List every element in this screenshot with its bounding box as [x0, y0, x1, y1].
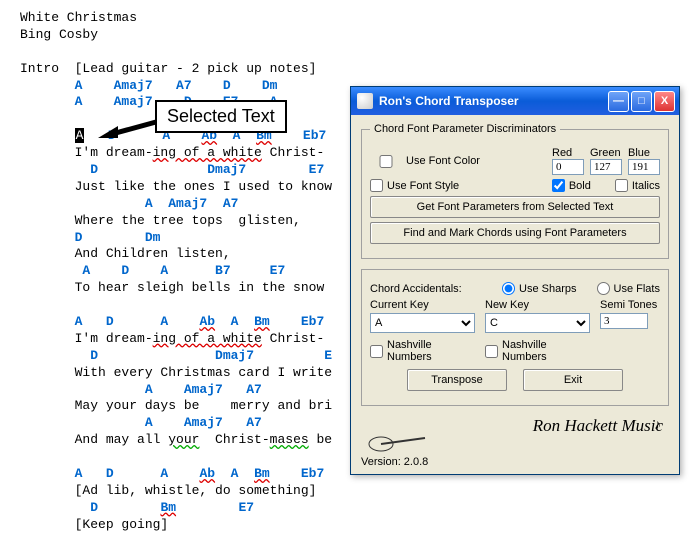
- blue-input[interactable]: [628, 159, 660, 175]
- lyric-line[interactable]: And may all your Christ-mases be: [75, 432, 332, 447]
- exit-button[interactable]: Exit: [523, 369, 623, 391]
- current-key-label: Current Key: [370, 299, 475, 311]
- window-title: Ron's Chord Transposer: [379, 94, 606, 108]
- intro-label: Intro: [20, 61, 59, 76]
- accidentals-label: Chord Accidentals:: [370, 283, 462, 295]
- lyric-line[interactable]: I'm dream-ing of a white Christ-: [75, 145, 325, 160]
- transpose-button[interactable]: Transpose: [407, 369, 507, 391]
- chord-row[interactable]: A D A Ab A Bm Eb7: [75, 466, 325, 481]
- minimize-button[interactable]: —: [608, 91, 629, 112]
- use-font-style-label: Use Font Style: [387, 180, 459, 192]
- lyric-line[interactable]: [Keep going]: [75, 517, 169, 532]
- chord-row[interactable]: A Amaj7 A7: [75, 382, 262, 397]
- nashville-current-checkbox[interactable]: [370, 345, 383, 358]
- lyric-line[interactable]: With every Christmas card I write: [75, 365, 332, 380]
- use-flats-radio[interactable]: [597, 282, 610, 295]
- brand-area: ♪ Ron Hackett Music: [361, 416, 669, 452]
- chord-row[interactable]: A Amaj7 A7 D Dm: [75, 78, 278, 93]
- current-key-select[interactable]: A: [370, 313, 475, 333]
- semitones-input[interactable]: [600, 313, 648, 329]
- lyric-line[interactable]: [Ad lib, whistle, do something]: [75, 483, 317, 498]
- guitar-icon: [367, 430, 427, 452]
- chord-row[interactable]: A D A B7 E7: [75, 263, 286, 278]
- nashville-current-label: Nashville Numbers: [387, 339, 475, 363]
- italics-label: Italics: [632, 180, 660, 192]
- use-font-style-checkbox[interactable]: [370, 179, 383, 192]
- intro-note: [Lead guitar - 2 pick up notes]: [75, 61, 317, 76]
- arrow-icon: [98, 108, 158, 138]
- use-flats-label: Use Flats: [614, 283, 660, 295]
- version-label: Version: 2.0.8: [361, 456, 428, 468]
- artist-name: Bing Cosby: [20, 27, 676, 44]
- use-font-color-checkbox[interactable]: [370, 155, 402, 168]
- chord-row[interactable]: A Amaj7 A7: [75, 415, 262, 430]
- transpose-group: Chord Accidentals: Use Sharps Use Flats …: [361, 269, 669, 406]
- selected-text-callout: Selected Text: [155, 100, 287, 133]
- find-mark-chords-button[interactable]: Find and Mark Chords using Font Paramete…: [370, 222, 660, 244]
- new-key-label: New Key: [485, 299, 590, 311]
- font-params-group: Chord Font Parameter Discriminators Use …: [361, 123, 669, 259]
- selected-chord[interactable]: A: [75, 128, 85, 143]
- titlebar[interactable]: Ron's Chord Transposer — □ X: [351, 87, 679, 115]
- get-font-params-button[interactable]: Get Font Parameters from Selected Text: [370, 196, 660, 218]
- use-font-color-label: Use Font Color: [406, 155, 480, 167]
- new-key-select[interactable]: C: [485, 313, 590, 333]
- nashville-new-checkbox[interactable]: [485, 345, 498, 358]
- green-label: Green: [590, 147, 622, 159]
- nashville-new-label: Nashville Numbers: [502, 339, 590, 363]
- brand-text: Ron Hackett Music: [533, 416, 663, 435]
- chord-row[interactable]: D Dmaj7 E7: [75, 162, 325, 177]
- chord-row[interactable]: D Dm: [75, 230, 161, 245]
- transposer-dialog: Ron's Chord Transposer — □ X Chord Font …: [350, 86, 680, 475]
- maximize-button[interactable]: □: [631, 91, 652, 112]
- song-title: White Christmas: [20, 10, 676, 27]
- font-params-legend: Chord Font Parameter Discriminators: [370, 123, 560, 135]
- lyric-line[interactable]: Just like the ones I used to know: [75, 179, 332, 194]
- bold-checkbox[interactable]: [552, 179, 565, 192]
- semitones-label: Semi Tones: [600, 299, 660, 311]
- use-sharps-radio[interactable]: [502, 282, 515, 295]
- green-input[interactable]: [590, 159, 622, 175]
- lyric-line[interactable]: And Children listen,: [75, 246, 231, 261]
- use-sharps-label: Use Sharps: [519, 283, 576, 295]
- chord-row[interactable]: A D A Ab A Bm Eb7: [75, 314, 325, 329]
- lyric-line[interactable]: I'm dream-ing of a white Christ-: [75, 331, 325, 346]
- chord-row[interactable]: D Dmaj7 E: [75, 348, 332, 363]
- lyric-line[interactable]: Where the tree tops glisten,: [75, 213, 301, 228]
- red-input[interactable]: [552, 159, 584, 175]
- close-button[interactable]: X: [654, 91, 675, 112]
- red-label: Red: [552, 147, 584, 159]
- blue-label: Blue: [628, 147, 660, 159]
- lyric-line[interactable]: May your days be merry and bri: [75, 398, 332, 413]
- bold-label: Bold: [569, 180, 591, 192]
- italics-checkbox[interactable]: [615, 179, 628, 192]
- chord-row[interactable]: A Amaj7 A7: [75, 196, 239, 211]
- app-icon: [357, 93, 373, 109]
- chord-row[interactable]: D Bm E7: [75, 500, 254, 515]
- note-icon: ♪: [654, 418, 661, 434]
- lyric-line[interactable]: To hear sleigh bells in the snow: [75, 280, 325, 295]
